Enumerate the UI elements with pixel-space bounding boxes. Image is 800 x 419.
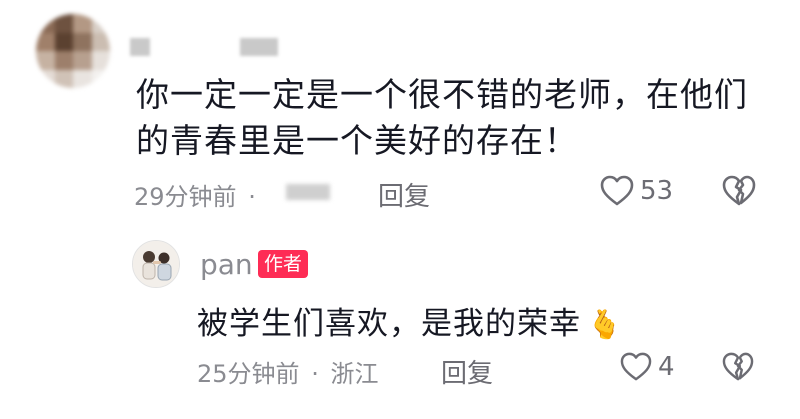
reply-dislike-button[interactable] [722, 352, 754, 382]
reply-username[interactable]: pan [200, 248, 253, 281]
comment-like-count: 53 [640, 176, 674, 206]
reply-like-count: 4 [658, 352, 675, 382]
comment-meta: 29分钟前 · [134, 177, 260, 212]
heart-outline-icon [620, 352, 652, 382]
comment-dislike-button[interactable] [722, 175, 756, 207]
heart-hand-emoji: 🫰 [587, 308, 623, 341]
reply-meta: 25分钟前 · 浙江 [197, 354, 378, 389]
reply-text-content: 被学生们喜欢，是我的荣幸 [197, 306, 581, 342]
broken-heart-icon [722, 352, 754, 382]
reply-text: 被学生们喜欢，是我的荣幸 🫰 [197, 298, 623, 343]
author-badge: 作者 [258, 250, 309, 278]
avatar-pan[interactable] [132, 240, 180, 288]
reply-location: 浙江 [330, 360, 379, 388]
comment-time: 29分钟前 [134, 183, 237, 211]
reply-like-button[interactable]: 4 [620, 352, 675, 382]
avatar-image [133, 241, 179, 287]
reply-reply-button[interactable]: 回复 [441, 353, 493, 390]
location-blurred [286, 184, 330, 200]
meta-dot: · [248, 183, 256, 211]
comment-reply-button[interactable]: 回复 [378, 176, 430, 213]
broken-heart-icon [722, 175, 756, 207]
heart-outline-icon [600, 175, 634, 207]
comment-text: 你一定一定是一个很不错的老师，在他们的青春里是一个美好的存在！ [136, 75, 748, 160]
comment-like-button[interactable]: 53 [600, 175, 673, 207]
avatar-blurred[interactable] [36, 14, 110, 88]
meta-dot: · [311, 360, 319, 388]
reply-time: 25分钟前 [197, 360, 300, 388]
username-blurred-2[interactable] [240, 38, 278, 56]
username-blurred[interactable] [130, 38, 150, 56]
